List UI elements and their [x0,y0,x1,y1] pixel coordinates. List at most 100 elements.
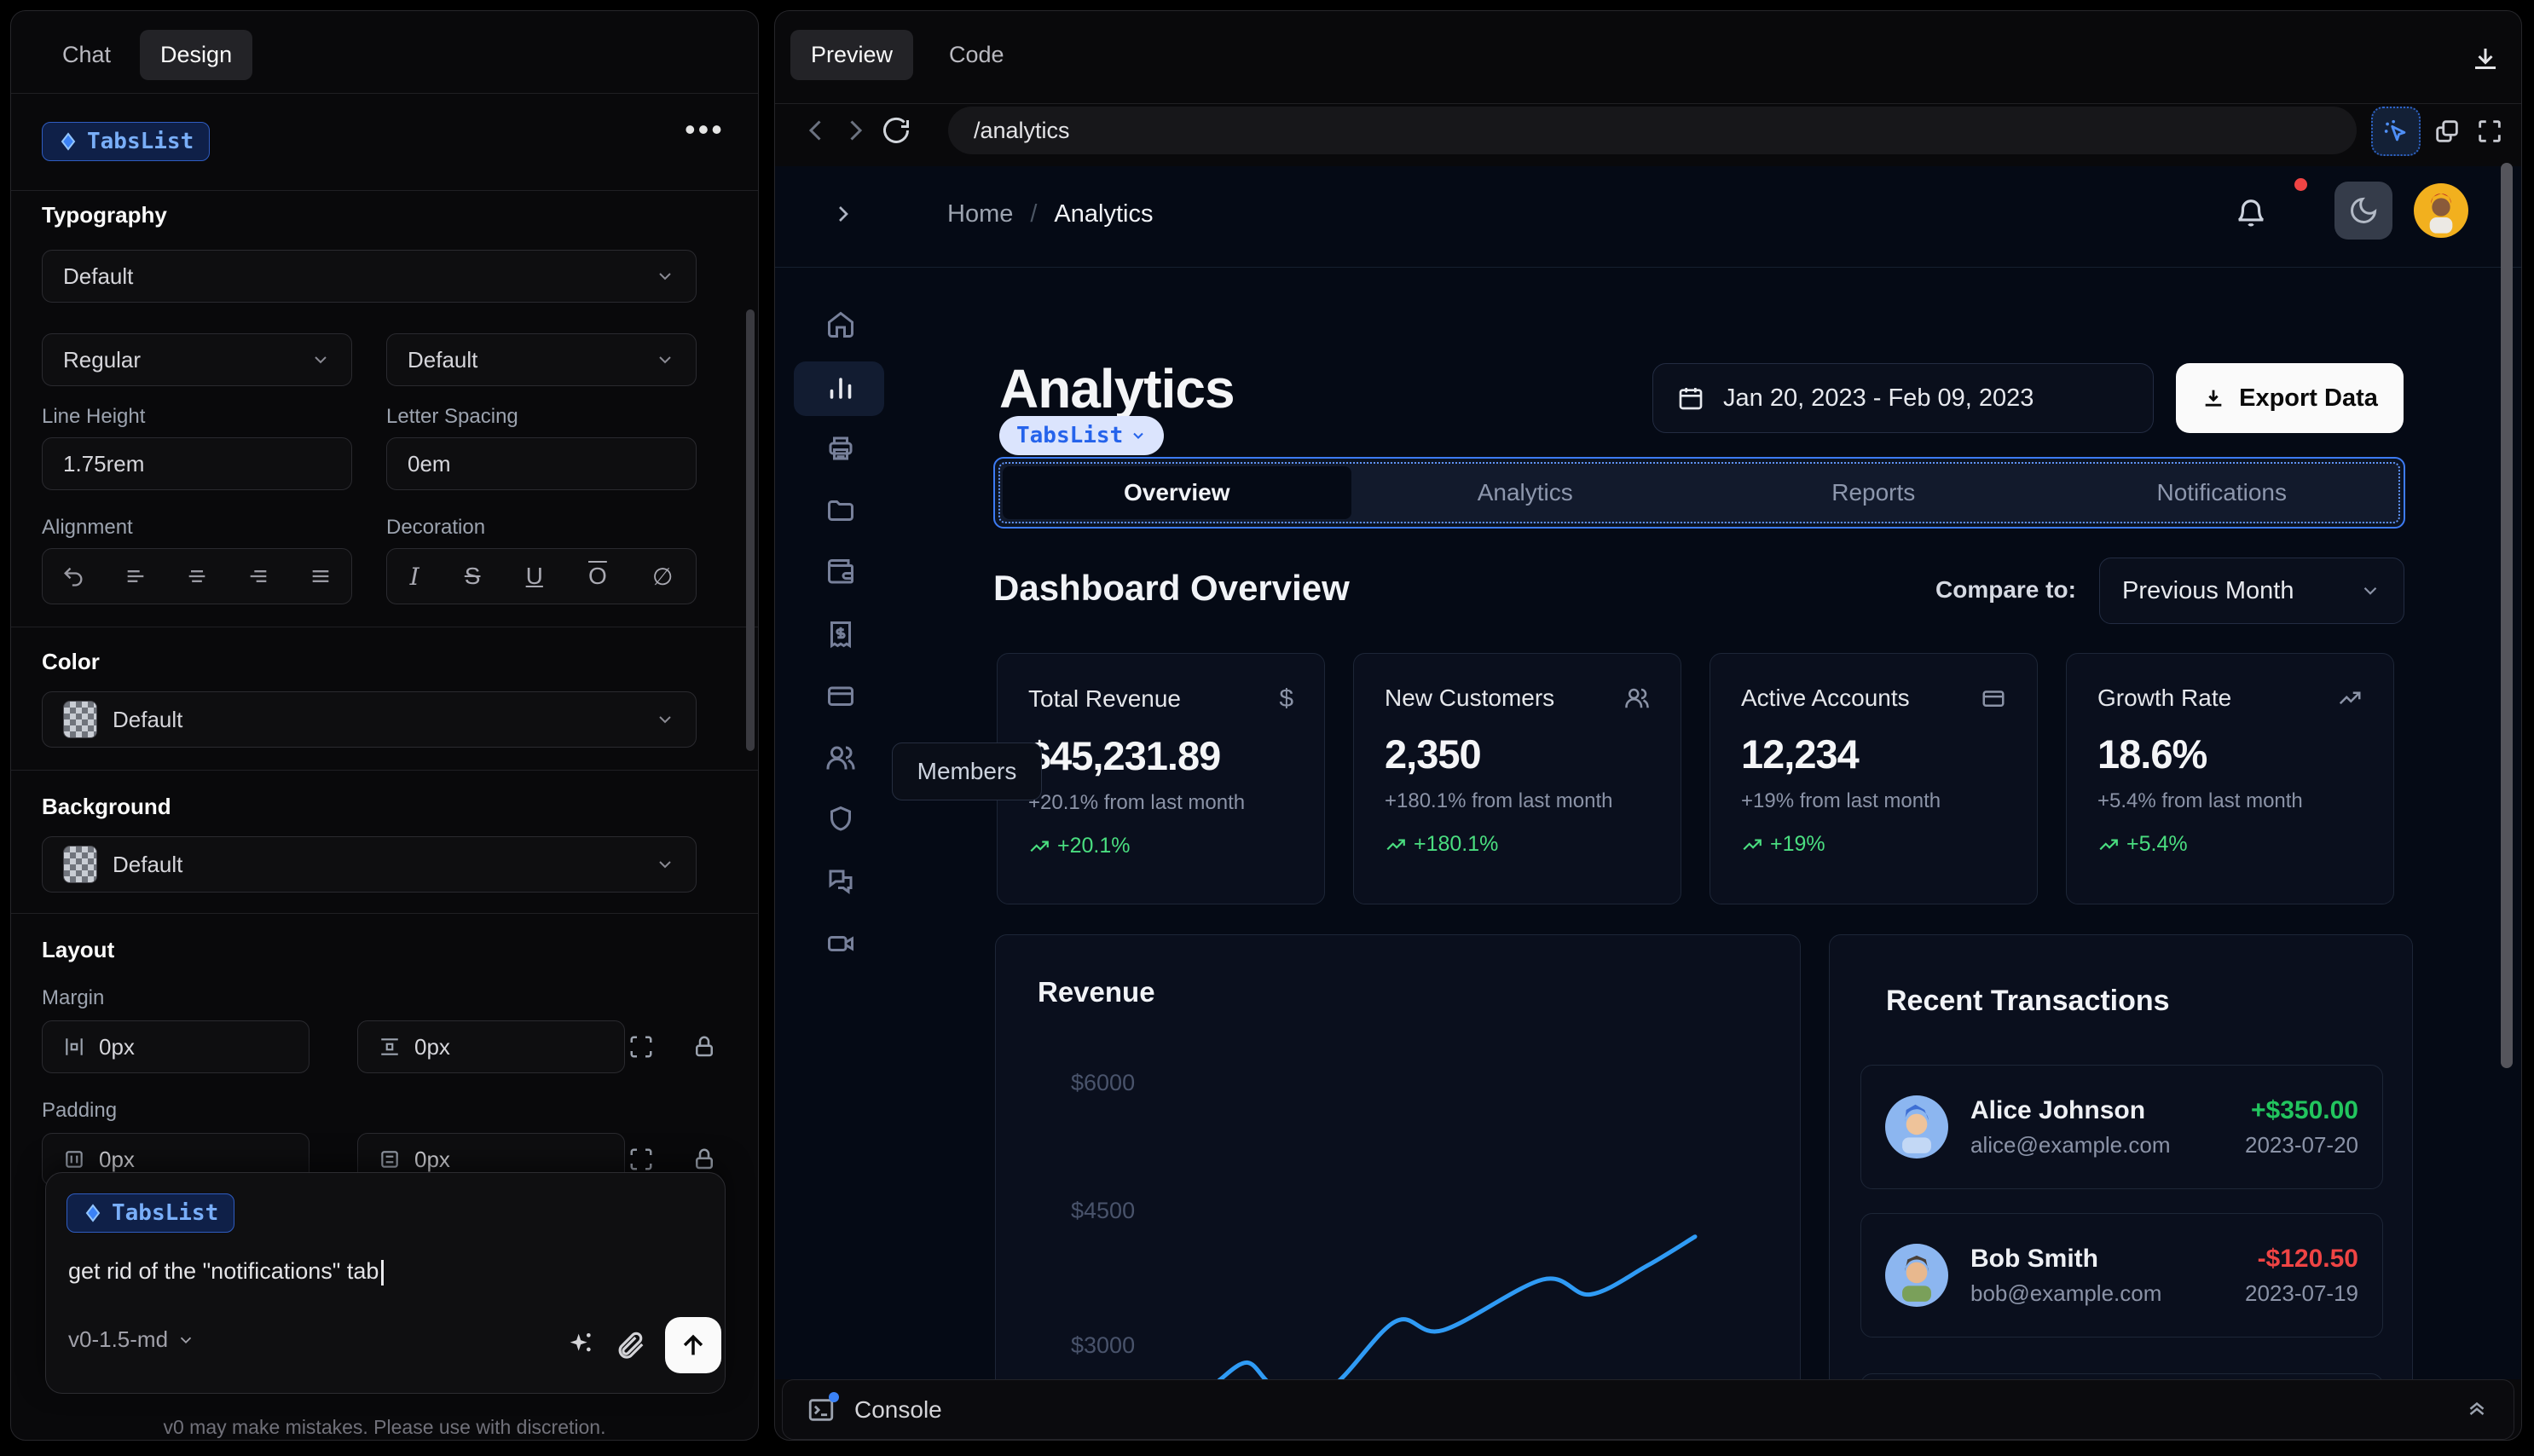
tab-chat[interactable]: Chat [42,30,131,80]
font-weight-value: Regular [63,346,142,373]
user-avatar[interactable] [2414,183,2468,238]
align-right-icon[interactable] [246,564,270,588]
home-icon[interactable] [825,309,856,340]
folder-icon[interactable] [825,495,856,526]
download-icon[interactable] [2470,43,2501,74]
margin-horizontal-icon [66,1038,83,1055]
receipt-icon[interactable] [825,619,856,650]
italic-icon[interactable]: I [410,563,419,591]
chevron-down-icon [655,350,675,370]
messages-icon[interactable] [825,866,856,897]
wallet-icon[interactable] [825,557,856,587]
tab-preview[interactable]: Preview [790,30,914,80]
background-select[interactable]: Default [42,836,697,893]
letter-spacing-input[interactable]: 0em [386,437,697,490]
breadcrumb-home[interactable]: Home [947,200,1013,228]
prompt-component-chip[interactable]: TabsList [67,1193,235,1233]
padding-y-value: 0px [414,1146,450,1172]
transaction-row[interactable]: Bob Smith bob@example.com -$120.50 2023-… [1860,1213,2383,1338]
send-button[interactable] [665,1317,721,1373]
prompt-input[interactable]: get rid of the "notifications" tab [68,1258,699,1286]
selected-component-chip[interactable]: TabsList [42,122,211,161]
stat-value: 12,234 [1741,731,1860,777]
sparkles-icon[interactable] [564,1328,599,1362]
shield-icon[interactable] [825,804,856,835]
bell-icon[interactable] [2235,197,2267,229]
credit-card-icon[interactable] [825,680,856,711]
align-left-icon[interactable] [124,564,148,588]
margin-expand-icon[interactable] [628,1034,654,1060]
sidebar-toggle-icon[interactable] [830,200,857,228]
console-bar[interactable]: Console [782,1379,2514,1440]
component-badge[interactable]: TabsList [999,416,1165,455]
transaction-row[interactable]: Alice Johnson alice@example.com +$350.00… [1860,1065,2383,1189]
margin-lock-icon[interactable] [691,1034,717,1060]
letter-spacing-label: Letter Spacing [386,405,518,428]
font-weight-select[interactable]: Regular [42,333,352,386]
font-select-value: Default [63,263,134,289]
avatar [1885,1095,1948,1158]
tab-reports[interactable]: Reports [1699,466,2048,519]
prompt-text: get rid of the "notifications" tab [68,1258,379,1284]
chevron-down-icon [310,350,331,370]
color-value: Default [113,706,183,732]
panel-scrollbar[interactable] [746,309,755,751]
calendar-icon [1679,388,1703,410]
strikethrough-icon[interactable]: S [465,563,481,590]
avatar [1885,1244,1948,1307]
chevron-down-icon [655,854,675,875]
color-select[interactable]: Default [42,691,697,748]
margin-x-input[interactable]: 0px [42,1020,310,1073]
video-icon[interactable] [825,928,856,959]
align-center-icon[interactable] [185,564,209,588]
users-icon [1625,688,1649,708]
tab-notifications[interactable]: Notifications [2048,466,2397,519]
forward-icon[interactable] [840,115,871,146]
tabs-list-selected: Overview Analytics Reports Notifications [993,457,2405,529]
tooltip-text: Members [917,758,1017,784]
model-selector[interactable]: v0-1.5-md [68,1326,195,1353]
bar-chart-icon[interactable] [825,372,856,402]
model-name: v0-1.5-md [68,1326,169,1352]
copy-icon[interactable] [2433,117,2462,146]
back-icon[interactable] [801,115,831,146]
stat-title: New Customers [1385,685,1555,711]
url-input[interactable]: /analytics [948,107,2357,154]
theme-toggle-button[interactable] [2334,182,2392,240]
date-range-button[interactable]: Jan 20, 2023 - Feb 09, 2023 [1652,363,2154,433]
compare-label: Compare to: [1935,576,2076,603]
compare-select[interactable]: Previous Month [2099,558,2404,624]
component-diamond-icon [85,1204,101,1222]
tab-design[interactable]: Design [140,30,253,80]
component-menu-button[interactable]: ••• [685,112,725,147]
align-justify-icon[interactable] [309,564,333,588]
stat-card-total-revenue: Total Revenue $ $45,231.89 +20.1% from l… [997,653,1325,904]
margin-y-input[interactable]: 0px [357,1020,625,1073]
component-badge-label: TabsList [1016,423,1124,448]
y-tick: $6000 [1071,1070,1136,1095]
preview-scrollbar[interactable] [2501,163,2513,1068]
attachment-icon[interactable] [614,1328,646,1361]
font-size-select[interactable]: Default [386,333,697,386]
padding-lock-icon[interactable] [691,1147,717,1172]
tab-analytics[interactable]: Analytics [1351,466,1700,519]
date-range-text: Jan 20, 2023 - Feb 09, 2023 [1723,384,2034,412]
font-select[interactable]: Default [42,250,697,303]
chevrons-up-icon[interactable] [2464,1397,2490,1423]
underline-icon[interactable]: U [526,563,543,590]
fullscreen-icon[interactable] [2475,117,2504,146]
transaction-row-partial [1860,1373,2383,1379]
no-decoration-icon[interactable]: ∅ [652,563,673,591]
padding-expand-icon[interactable] [628,1147,654,1172]
export-data-button[interactable]: Export Data [2176,363,2404,433]
printer-icon[interactable] [825,433,856,464]
font-size-value: Default [408,346,478,373]
tab-overview[interactable]: Overview [1003,466,1351,519]
refresh-icon[interactable] [881,115,911,146]
inspect-cursor-button[interactable] [2371,107,2421,156]
users-icon[interactable] [825,742,856,773]
tab-code[interactable]: Code [929,30,1025,80]
line-height-input[interactable]: 1.75rem [42,437,352,490]
reset-alignment-icon[interactable] [61,564,85,588]
overline-icon[interactable]: O [588,563,607,590]
